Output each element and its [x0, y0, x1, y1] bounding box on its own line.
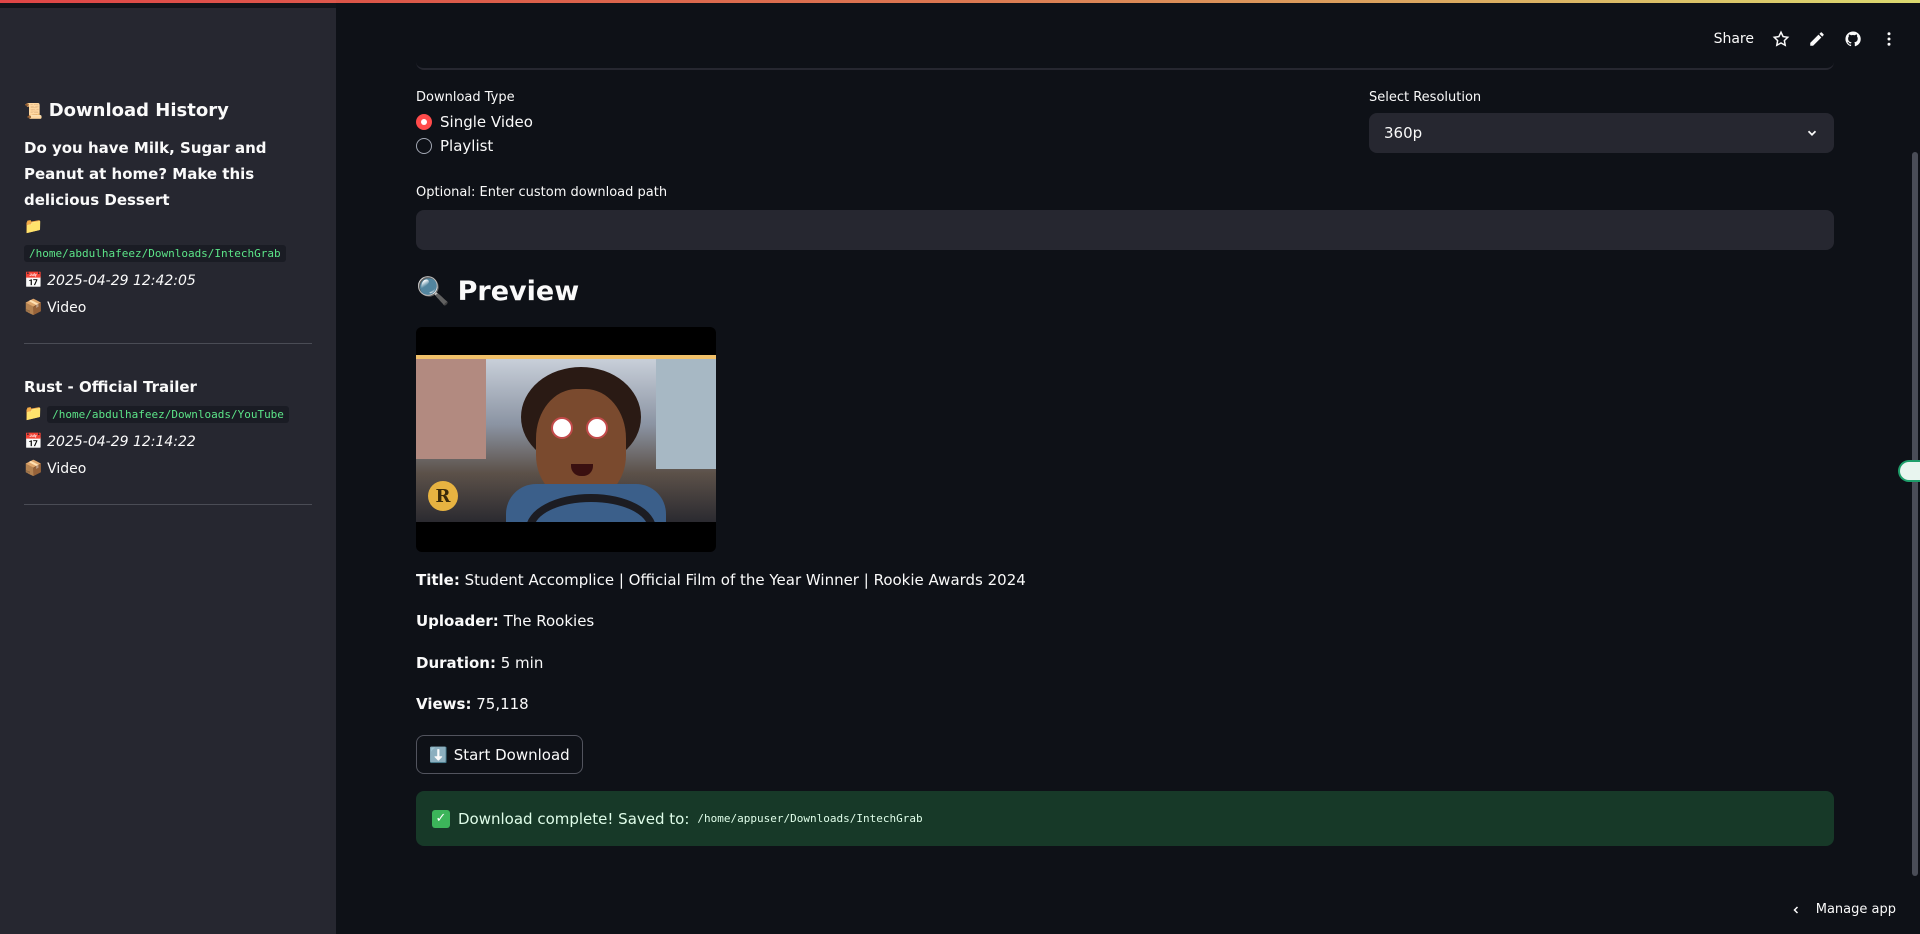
- manage-app-label: Manage app: [1815, 902, 1896, 917]
- uploader-row: Uploader: The Rookies: [416, 612, 594, 630]
- custom-path-input[interactable]: [416, 210, 1834, 250]
- success-path: /home/appuser/Downloads/IntechGrab: [697, 812, 923, 825]
- radio-unchecked-icon[interactable]: [416, 138, 432, 154]
- views-value: 75,118: [476, 695, 529, 713]
- custom-path-group: Optional: Enter custom download path: [416, 185, 1834, 250]
- start-download-label: Start Download: [453, 745, 570, 764]
- title-value: Student Accomplice | Official Film of th…: [464, 571, 1026, 589]
- download-type-label: Download Type: [416, 90, 515, 105]
- scroll-icon: 📜: [24, 101, 43, 120]
- radio-checked-icon[interactable]: [416, 114, 432, 130]
- download-type-group: Download Type Single Video Playlist: [416, 90, 533, 155]
- character-face: [536, 389, 626, 499]
- sidebar-heading-text: Download History: [48, 100, 229, 121]
- divider: [24, 343, 312, 344]
- views-row: Views: 75,118: [416, 695, 529, 713]
- uploader-value: The Rookies: [503, 612, 595, 630]
- success-message: Download complete! Saved to:: [458, 809, 690, 828]
- character-eye: [551, 417, 573, 439]
- history-entry-date: 2025-04-29 12:14:22: [47, 434, 196, 450]
- sidebar-heading: 📜 Download History: [24, 100, 312, 121]
- video-title-row: Title: Student Accomplice | Official Fil…: [416, 571, 1026, 589]
- resolution-label: Select Resolution: [1369, 90, 1482, 105]
- folder-icon: 📁: [24, 404, 43, 422]
- history-entry-path: /home/abdulhafeez/Downloads/IntechGrab: [24, 245, 286, 262]
- title-label: Title:: [416, 571, 460, 589]
- sidebar: 📜 Download History Do you have Milk, Sug…: [0, 0, 336, 934]
- calendar-icon: 📅: [24, 432, 43, 450]
- scrollbar[interactable]: [1912, 152, 1918, 876]
- history-entry-title: Do you have Milk, Sugar and Peanut at ho…: [24, 139, 267, 209]
- history-entry: Rust - Official Trailer 📁 /home/abdulhaf…: [24, 374, 312, 482]
- preview-heading: 🔍 Preview: [416, 275, 580, 308]
- character-eye: [586, 417, 608, 439]
- building-right: [656, 359, 716, 469]
- calendar-icon: 📅: [24, 271, 43, 289]
- history-entry-type: Video: [47, 300, 87, 316]
- manage-app-button[interactable]: Manage app: [1790, 902, 1896, 917]
- duration-label: Duration:: [416, 654, 496, 672]
- download-arrow-icon: ⬇️: [429, 745, 448, 764]
- check-mark-icon: ✓: [432, 809, 450, 828]
- main-content: Download Type Single Video Playlist Sele…: [416, 0, 1834, 934]
- success-alert: ✓ Download complete! Saved to: /home/app…: [416, 791, 1834, 846]
- thumbnail-image: R: [416, 359, 716, 522]
- radio-playlist[interactable]: Playlist: [416, 137, 533, 155]
- history-entry-title: Rust - Official Trailer: [24, 378, 197, 396]
- chevron-left-icon: [1793, 905, 1798, 914]
- radio-single-video[interactable]: Single Video: [416, 113, 533, 131]
- uploader-label: Uploader:: [416, 612, 499, 630]
- magnifier-icon: 🔍: [416, 276, 450, 307]
- duration-value: 5 min: [500, 654, 544, 672]
- package-icon: 📦: [24, 459, 43, 477]
- extension-tab-icon[interactable]: [1898, 460, 1920, 482]
- video-thumbnail: R: [416, 327, 716, 552]
- resolution-group: Select Resolution 360p: [1369, 90, 1834, 153]
- rookies-logo-badge: R: [428, 481, 458, 511]
- history-entry-date: 2025-04-29 12:42:05: [47, 273, 196, 289]
- views-label: Views:: [416, 695, 472, 713]
- chevron-down-icon: [1807, 130, 1817, 136]
- divider: [24, 504, 312, 505]
- folder-icon: 📁: [24, 217, 43, 235]
- history-entry-path: /home/abdulhafeez/Downloads/YouTube: [47, 406, 289, 423]
- top-decoration-stripe: [0, 0, 1920, 8]
- radio-label: Single Video: [440, 113, 533, 131]
- history-entry-type: Video: [47, 461, 87, 477]
- url-input-edge: [416, 58, 1834, 70]
- history-entry: Do you have Milk, Sugar and Peanut at ho…: [24, 135, 312, 321]
- building-left: [416, 359, 486, 459]
- duration-row: Duration: 5 min: [416, 654, 543, 672]
- package-icon: 📦: [24, 298, 43, 316]
- preview-heading-text: Preview: [457, 275, 580, 307]
- github-icon[interactable]: [1844, 30, 1862, 48]
- more-vert-icon[interactable]: [1880, 30, 1898, 48]
- start-download-button[interactable]: ⬇️ Start Download: [416, 735, 583, 774]
- radio-label: Playlist: [440, 137, 494, 155]
- resolution-select[interactable]: 360p: [1369, 113, 1834, 153]
- resolution-value: 360p: [1384, 124, 1423, 142]
- custom-path-label: Optional: Enter custom download path: [416, 185, 668, 200]
